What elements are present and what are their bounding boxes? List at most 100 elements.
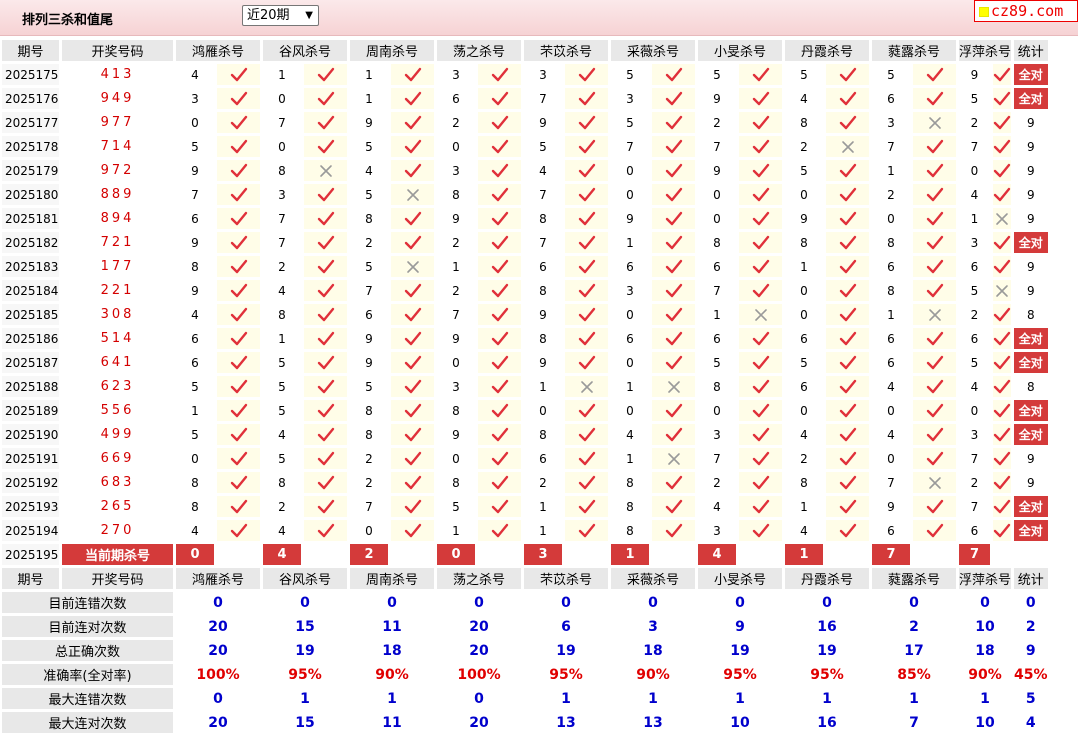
col-header-expert[interactable]: 丹霞杀号 — [784, 39, 870, 62]
stats-value: 95% — [697, 663, 783, 686]
check-icon — [752, 475, 769, 489]
check-icon — [578, 163, 595, 177]
col-header-expert[interactable]: 鸿雁杀号 — [175, 567, 261, 590]
col-header-expert[interactable]: 周南杀号 — [349, 567, 435, 590]
stats-label: 目前连错次数 — [1, 591, 174, 614]
check-icon — [738, 423, 783, 446]
check-icon — [665, 163, 682, 177]
col-header-expert[interactable]: 周南杀号 — [349, 39, 435, 62]
kill-number: 0 — [610, 399, 650, 422]
stats-value: 1 — [349, 687, 435, 710]
current-kill-number: 7 — [958, 543, 991, 566]
col-header-stats: 统计 — [1013, 39, 1049, 62]
kill-number: 4 — [523, 159, 563, 182]
check-icon — [564, 423, 609, 446]
check-icon — [477, 63, 522, 86]
kill-number: 2 — [784, 447, 824, 470]
check-icon — [578, 67, 595, 81]
table-row: 2025191 669 0 5 2 0 6 1 7 2 0 7 9 — [1, 447, 1049, 470]
check-icon — [404, 379, 421, 393]
check-icon — [216, 279, 261, 302]
kill-number: 4 — [262, 519, 302, 542]
stats-value: 85% — [871, 663, 957, 686]
col-header-expert[interactable]: 采薇杀号 — [610, 39, 696, 62]
draw-number: 499 — [61, 423, 174, 446]
col-header-expert[interactable]: 芣苡杀号 — [523, 567, 609, 590]
kill-number: 8 — [436, 399, 476, 422]
col-header-expert[interactable]: 芣苡杀号 — [523, 39, 609, 62]
stats-value: 0 — [871, 591, 957, 614]
kill-number: 1 — [784, 495, 824, 518]
check-icon — [825, 375, 870, 398]
check-icon — [993, 523, 1011, 537]
draw-number: 265 — [61, 495, 174, 518]
table-row: 2025189 556 1 5 8 8 0 0 0 0 0 0 全对 — [1, 399, 1049, 422]
kill-number: 1 — [523, 375, 563, 398]
check-icon — [303, 495, 348, 518]
cross-icon — [406, 260, 419, 273]
period-cell: 2025184 — [1, 279, 60, 302]
cross-icon — [912, 303, 957, 326]
check-icon — [491, 211, 508, 225]
stats-value: 15 — [262, 711, 348, 734]
period-range-select[interactable]: 近20期 ▼ — [242, 5, 319, 26]
check-icon — [578, 115, 595, 129]
check-icon — [825, 327, 870, 350]
stats-value: 90% — [958, 663, 1013, 686]
kill-number: 7 — [349, 279, 389, 302]
site-logo[interactable]: cz89.com — [974, 0, 1078, 22]
check-icon — [839, 355, 856, 369]
check-icon — [230, 451, 247, 465]
col-header-expert[interactable]: 浮萍杀号 — [958, 39, 1013, 62]
check-icon — [230, 115, 247, 129]
kill-number: 6 — [610, 327, 650, 350]
check-icon — [651, 327, 696, 350]
col-header-expert[interactable]: 荡之杀号 — [436, 39, 522, 62]
kill-number: 6 — [610, 255, 650, 278]
check-icon — [665, 211, 682, 225]
col-header-expert[interactable]: 蕤露杀号 — [871, 567, 957, 590]
col-header-expert[interactable]: 小旻杀号 — [697, 567, 783, 590]
check-icon — [912, 231, 957, 254]
check-icon — [303, 303, 348, 326]
kill-number: 0 — [436, 135, 476, 158]
check-icon — [992, 447, 1013, 470]
kill-number: 9 — [349, 111, 389, 134]
kill-number: 9 — [349, 327, 389, 350]
check-icon — [992, 519, 1013, 542]
check-icon — [491, 235, 508, 249]
check-icon — [303, 399, 348, 422]
col-header-expert[interactable]: 浮萍杀号 — [958, 567, 1013, 590]
check-icon — [491, 67, 508, 81]
col-header-expert[interactable]: 谷风杀号 — [262, 567, 348, 590]
check-icon — [993, 403, 1011, 417]
check-icon — [477, 207, 522, 230]
period-cell: 2025186 — [1, 327, 60, 350]
check-icon — [993, 379, 1011, 393]
check-icon — [825, 303, 870, 326]
col-header-expert[interactable]: 丹霞杀号 — [784, 567, 870, 590]
col-header-expert[interactable]: 小旻杀号 — [697, 39, 783, 62]
check-icon — [230, 67, 247, 81]
check-icon — [390, 399, 435, 422]
check-icon — [651, 231, 696, 254]
col-header-expert[interactable]: 鸿雁杀号 — [175, 39, 261, 62]
stats-total: 45% — [1013, 663, 1049, 686]
kill-number: 1 — [784, 255, 824, 278]
stats-total: 9 — [1013, 639, 1049, 662]
col-header-draw: 开奖号码 — [61, 39, 174, 62]
col-header-expert[interactable]: 蕤露杀号 — [871, 39, 957, 62]
check-icon — [303, 447, 348, 470]
check-icon — [839, 235, 856, 249]
kill-number: 0 — [175, 447, 215, 470]
stats-value: 20 — [175, 639, 261, 662]
check-icon — [752, 187, 769, 201]
table-row: 2025183 177 8 2 5 1 6 6 6 1 6 6 9 — [1, 255, 1049, 278]
col-header-expert[interactable]: 荡之杀号 — [436, 567, 522, 590]
draw-number: 894 — [61, 207, 174, 230]
kill-number: 1 — [262, 63, 302, 86]
col-header-expert[interactable]: 采薇杀号 — [610, 567, 696, 590]
check-icon — [390, 375, 435, 398]
stats-value: 0 — [436, 687, 522, 710]
col-header-expert[interactable]: 谷风杀号 — [262, 39, 348, 62]
